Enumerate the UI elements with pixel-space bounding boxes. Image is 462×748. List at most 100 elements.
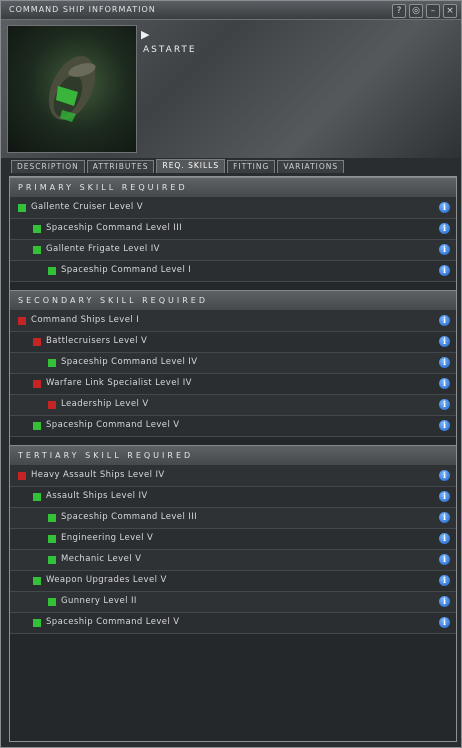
trained-status-icon	[33, 619, 41, 627]
skill-row[interactable]: Spaceship Command Level III i	[10, 508, 456, 529]
skill-label: Heavy Assault Ships Level IV	[31, 470, 165, 480]
skill-row[interactable]: Command Ships Level I i	[10, 311, 456, 332]
tab-req-skills[interactable]: REQ. SKILLS	[156, 159, 226, 173]
tab-fitting[interactable]: FITTING	[227, 160, 276, 173]
play-icon[interactable]: ▶	[141, 28, 149, 41]
info-icon[interactable]: i	[439, 470, 450, 481]
tab-attributes[interactable]: ATTRIBUTES	[86, 160, 155, 173]
info-icon[interactable]: i	[439, 596, 450, 607]
trained-status-icon	[48, 598, 56, 606]
section-header: SECONDARY SKILL REQUIRED	[10, 290, 456, 311]
skill-label: Mechanic Level V	[61, 554, 142, 564]
untrained-status-icon	[18, 472, 26, 480]
untrained-status-icon	[33, 338, 41, 346]
section-spacer	[10, 282, 456, 290]
skill-label: Spaceship Command Level V	[46, 617, 180, 627]
info-icon[interactable]: i	[439, 265, 450, 276]
skill-row[interactable]: Warfare Link Specialist Level IV i	[10, 374, 456, 395]
tab-variations[interactable]: VARIATIONS	[277, 160, 345, 173]
untrained-status-icon	[33, 380, 41, 388]
section-header: TERTIARY SKILL REQUIRED	[10, 445, 456, 466]
trained-status-icon	[33, 493, 41, 501]
skill-label: Gallente Cruiser Level V	[31, 202, 143, 212]
skill-row[interactable]: Mechanic Level V i	[10, 550, 456, 571]
trained-status-icon	[48, 556, 56, 564]
skill-label: Spaceship Command Level V	[46, 420, 180, 430]
trained-status-icon	[48, 267, 56, 275]
window-controls: ? ◎ – ×	[392, 4, 457, 18]
skill-row[interactable]: Assault Ships Level IV i	[10, 487, 456, 508]
trained-status-icon	[18, 204, 26, 212]
tab-bar: DESCRIPTION ATTRIBUTES REQ. SKILLS FITTI…	[11, 159, 345, 173]
skill-label: Battlecruisers Level V	[46, 336, 148, 346]
info-icon[interactable]: i	[439, 399, 450, 410]
info-icon[interactable]: i	[439, 420, 450, 431]
info-icon[interactable]: i	[439, 617, 450, 628]
info-icon[interactable]: i	[439, 554, 450, 565]
info-icon[interactable]: i	[439, 575, 450, 586]
skill-label: Weapon Upgrades Level V	[46, 575, 167, 585]
section-header: PRIMARY SKILL REQUIRED	[10, 177, 456, 198]
skill-list: Heavy Assault Ships Level IV i Assault Shi…	[10, 466, 456, 634]
skill-label: Assault Ships Level IV	[46, 491, 148, 501]
skill-label: Warfare Link Specialist Level IV	[46, 378, 192, 388]
skill-label: Engineering Level V	[61, 533, 154, 543]
settings-icon[interactable]: ◎	[409, 4, 423, 18]
trained-status-icon	[48, 514, 56, 522]
skill-label: Command Ships Level I	[31, 315, 140, 325]
info-icon[interactable]: i	[439, 491, 450, 502]
skill-label: Gallente Frigate Level IV	[46, 244, 160, 254]
info-icon[interactable]: i	[439, 202, 450, 213]
info-icon[interactable]: i	[439, 223, 450, 234]
section-spacer	[10, 634, 456, 642]
ship-name: ASTARTE	[143, 45, 197, 55]
skill-label: Spaceship Command Level III	[46, 223, 183, 233]
skill-row[interactable]: Spaceship Command Level V i	[10, 416, 456, 437]
skill-row[interactable]: Spaceship Command Level III i	[10, 219, 456, 240]
untrained-status-icon	[48, 401, 56, 409]
skill-label: Spaceship Command Level I	[61, 265, 192, 275]
skill-label: Leadership Level V	[61, 399, 149, 409]
section-spacer	[10, 437, 456, 445]
skill-label: Spaceship Command Level III	[61, 512, 198, 522]
trained-status-icon	[48, 535, 56, 543]
info-icon[interactable]: i	[439, 315, 450, 326]
skill-row[interactable]: Spaceship Command Level IV i	[10, 353, 456, 374]
trained-status-icon	[33, 225, 41, 233]
trained-status-icon	[48, 359, 56, 367]
title-bar[interactable]: COMMAND SHIP INFORMATION ? ◎ – ×	[1, 1, 461, 20]
info-icon[interactable]: i	[439, 378, 450, 389]
skill-row[interactable]: Spaceship Command Level V i	[10, 613, 456, 634]
ship-image	[7, 25, 137, 153]
info-icon[interactable]: i	[439, 336, 450, 347]
untrained-status-icon	[18, 317, 26, 325]
skill-row[interactable]: Spaceship Command Level I i	[10, 261, 456, 282]
trained-status-icon	[33, 246, 41, 254]
minimize-icon[interactable]: –	[426, 4, 440, 18]
info-icon[interactable]: i	[439, 533, 450, 544]
info-icon[interactable]: i	[439, 512, 450, 523]
skill-list: Command Ships Level Ii Battlecruisers Lev…	[10, 311, 456, 437]
ship-info-window: COMMAND SHIP INFORMATION ? ◎ – × ▶ ASTAR…	[0, 0, 462, 748]
skill-row[interactable]: Leadership Level V i	[10, 395, 456, 416]
skill-row[interactable]: Heavy Assault Ships Level IV i	[10, 466, 456, 487]
skill-row[interactable]: Gunnery Level II i	[10, 592, 456, 613]
skill-row[interactable]: Engineering Level V i	[10, 529, 456, 550]
trained-status-icon	[33, 422, 41, 430]
ship-header: ▶ ASTARTE	[1, 20, 461, 158]
skill-row[interactable]: Gallente Frigate Level IV i	[10, 240, 456, 261]
info-icon[interactable]: i	[439, 357, 450, 368]
tab-description[interactable]: DESCRIPTION	[11, 160, 85, 173]
skill-row[interactable]: Weapon Upgrades Level V i	[10, 571, 456, 592]
skill-row[interactable]: Gallente Cruiser Level V i	[10, 198, 456, 219]
close-icon[interactable]: ×	[443, 4, 457, 18]
info-icon[interactable]: i	[439, 244, 450, 255]
help-icon[interactable]: ?	[392, 4, 406, 18]
required-skills-panel: PRIMARY SKILL REQUIRED Gallente Cruiser L…	[9, 176, 457, 742]
trained-status-icon	[33, 577, 41, 585]
skill-label: Gunnery Level II	[61, 596, 137, 606]
skill-row[interactable]: Battlecruisers Level V i	[10, 332, 456, 353]
skill-label: Spaceship Command Level IV	[61, 357, 198, 367]
skill-list: Gallente Cruiser Level Vi Spaceship Comma…	[10, 198, 456, 282]
window-title: COMMAND SHIP INFORMATION	[9, 5, 156, 14]
